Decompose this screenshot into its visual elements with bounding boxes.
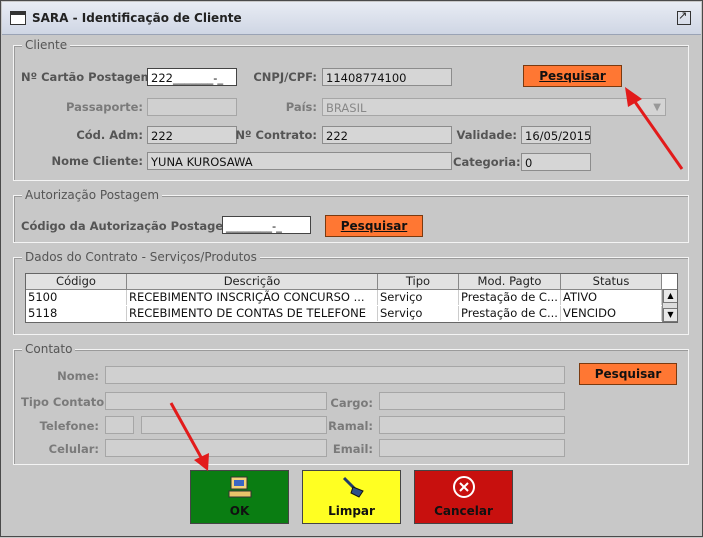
broom-icon <box>342 476 364 498</box>
cnpj-label: CNPJ/CPF: <box>253 70 317 84</box>
cliente-legend: Cliente <box>22 38 71 52</box>
scroll-up-icon[interactable]: ▲ <box>663 289 677 303</box>
window-title: SARA - Identificação de Cliente <box>32 11 242 25</box>
table-cell: 5118 <box>26 306 127 321</box>
contrato-legend: Dados do Contrato - Serviços/Produtos <box>22 250 260 264</box>
contrato-field[interactable]: 222 <box>322 126 452 144</box>
table-cell: RECEBIMENTO INSCRIÇÃO CONCURSO ... <box>127 290 378 305</box>
servicos-table: Código Descrição Tipo Mod. Pagto Status … <box>25 273 678 323</box>
cnpj-field[interactable]: 11408774100 <box>322 68 452 86</box>
table-cell: ATIVO <box>561 290 662 305</box>
chevron-down-icon: ▼ <box>653 102 661 113</box>
celular-field[interactable] <box>105 439 327 457</box>
table-scrollbar[interactable]: ▲ ▼ <box>662 289 677 322</box>
categoria-field[interactable]: 0 <box>521 153 591 171</box>
cancelar-label: Cancelar <box>434 504 493 518</box>
table-cell: VENCIDO <box>561 306 662 321</box>
table-cell: Serviço <box>378 290 459 305</box>
categoria-label: Categoria: <box>453 155 521 169</box>
table-cell: RECEBIMENTO DE CONTAS DE TELEFONE <box>127 306 378 321</box>
contrato-label: Nº Contrato: <box>235 128 317 142</box>
column-header[interactable]: Tipo <box>378 274 459 289</box>
pais-label: País: <box>285 100 317 114</box>
telefone-label: Telefone: <box>39 419 99 433</box>
autorizacao-label: Código da Autorização Postagem: <box>21 219 240 233</box>
table-cell: Serviço <box>378 306 459 321</box>
window-icon <box>10 11 26 25</box>
table-cell: Prestação de C... <box>459 306 561 321</box>
column-header[interactable]: Descrição <box>127 274 378 289</box>
tipo-contato-label: Tipo Contato: <box>21 395 109 409</box>
title-bar: SARA - Identificação de Cliente <box>2 2 701 35</box>
ok-label: OK <box>229 504 250 518</box>
table-cell: Prestação de C... <box>459 290 561 305</box>
limpar-label: Limpar <box>328 504 375 518</box>
table-cell: 5100 <box>26 290 127 305</box>
column-header[interactable]: Mod. Pagto <box>459 274 561 289</box>
cod-adm-label: Cód. Adm: <box>76 128 143 142</box>
limpar-button[interactable]: Limpar <box>302 470 401 524</box>
column-header[interactable]: Código <box>26 274 127 289</box>
table-header: Código Descrição Tipo Mod. Pagto Status <box>26 274 662 290</box>
passaporte-field[interactable] <box>147 98 237 116</box>
validade-field[interactable]: 16/05/2015 <box>521 126 591 144</box>
validade-label: Validade: <box>456 128 517 142</box>
cancel-icon <box>453 476 475 498</box>
computer-icon <box>228 476 252 498</box>
maximize-icon[interactable] <box>677 9 691 25</box>
pais-select[interactable]: BRASIL ▼ <box>322 98 666 116</box>
contato-nome-label: Nome: <box>57 369 99 383</box>
app-window: SARA - Identificação de Cliente Cliente … <box>0 0 703 537</box>
ramal-label: Ramal: <box>328 419 373 433</box>
email-field[interactable] <box>379 439 565 457</box>
contato-pesquisar-button[interactable]: Pesquisar <box>579 363 677 385</box>
autorizacao-input[interactable]: ________-_ <box>222 216 311 234</box>
cliente-pesquisar-button[interactable]: Pesquisar <box>523 65 622 87</box>
cargo-label: Cargo: <box>330 396 373 410</box>
nome-cliente-label: Nome Cliente: <box>51 154 143 168</box>
cancelar-button[interactable]: Cancelar <box>414 470 513 524</box>
telefone-field[interactable] <box>141 416 327 434</box>
table-row[interactable]: 5118 RECEBIMENTO DE CONTAS DE TELEFONE S… <box>26 306 662 321</box>
ramal-field[interactable] <box>379 416 565 434</box>
pais-value: BRASIL <box>326 101 367 115</box>
cargo-field[interactable] <box>379 392 565 410</box>
cartao-label: Nº Cartão Postagem: <box>21 70 158 84</box>
celular-label: Celular: <box>48 442 99 456</box>
contato-legend: Contato <box>22 342 76 356</box>
ok-button[interactable]: OK <box>190 470 289 524</box>
cod-adm-field[interactable]: 222 <box>147 126 237 144</box>
email-label: Email: <box>332 442 373 456</box>
autorizacao-legend: Autorização Postagem <box>22 188 163 202</box>
scroll-down-icon[interactable]: ▼ <box>663 308 677 322</box>
table-row[interactable]: 5100 RECEBIMENTO INSCRIÇÃO CONCURSO ... … <box>26 290 662 305</box>
cartao-input[interactable]: 222_______-_ <box>147 68 237 86</box>
telefone-ddd-field[interactable] <box>105 416 134 434</box>
contato-nome-field[interactable] <box>105 366 565 384</box>
passaporte-label: Passaporte: <box>65 100 143 114</box>
column-header[interactable]: Status <box>561 274 662 289</box>
tipo-contato-field[interactable] <box>105 392 327 410</box>
autorizacao-pesquisar-button[interactable]: Pesquisar <box>325 215 423 237</box>
nome-cliente-field[interactable]: YUNA KUROSAWA <box>147 152 452 170</box>
